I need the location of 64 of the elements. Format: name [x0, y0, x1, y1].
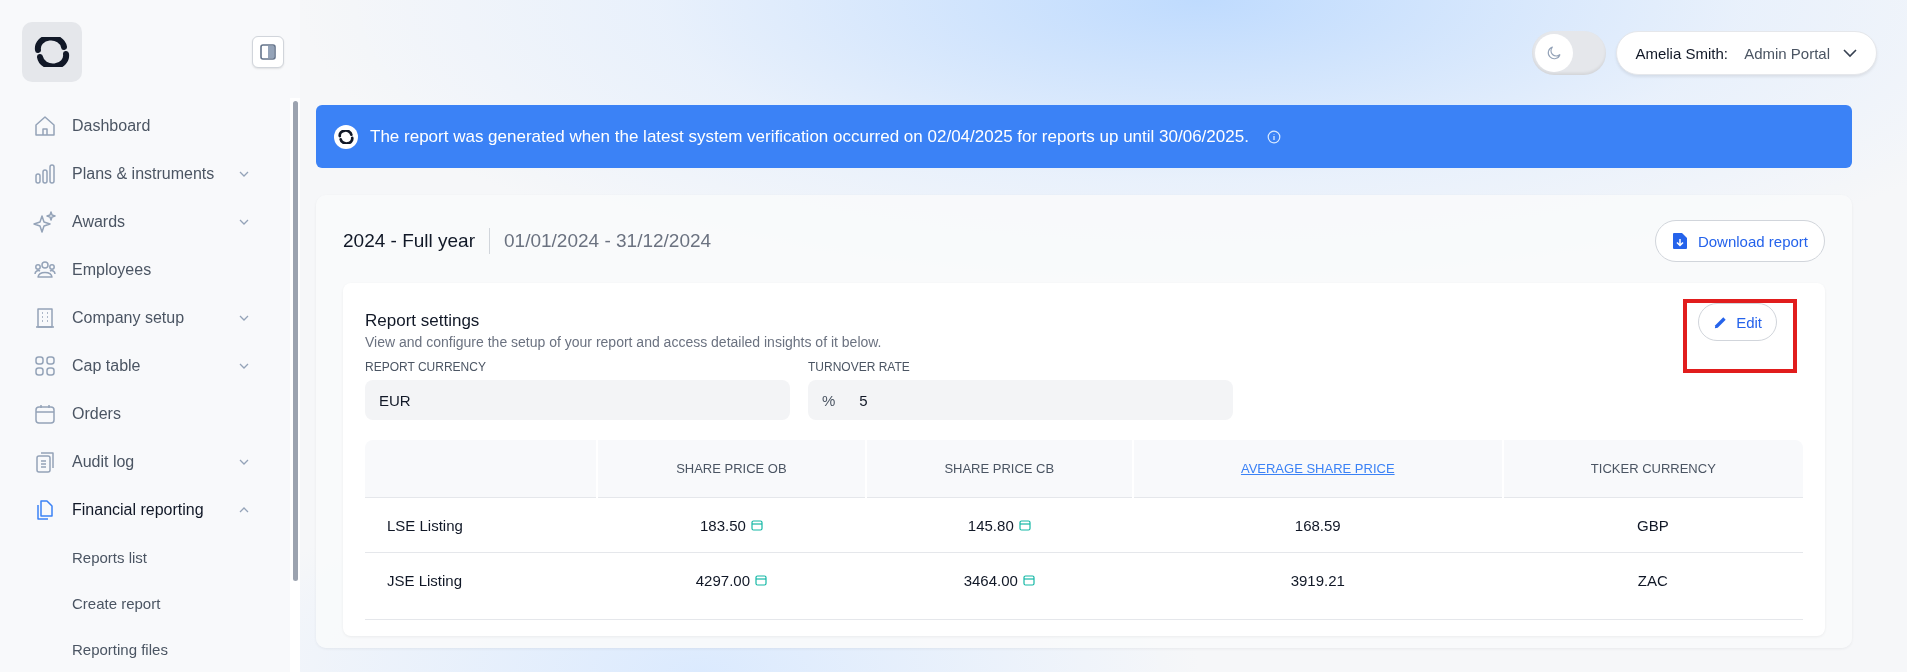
info-icon[interactable]	[1266, 129, 1281, 144]
input-field[interactable]: EUR	[365, 380, 790, 420]
app-logo[interactable]	[22, 22, 82, 82]
table-cell: 168.59	[1294, 516, 1341, 534]
table-cell: 3919.21	[1290, 571, 1345, 589]
chevron-down-icon	[238, 314, 250, 322]
building-icon	[33, 306, 57, 330]
calendar-icon[interactable]	[1022, 574, 1035, 586]
calendar-icon[interactable]	[755, 574, 767, 586]
chevron-up-icon	[238, 506, 250, 514]
chevron-down-icon	[1842, 48, 1858, 58]
settings-description: View and configure the setup of your report and access detailed insights of it below.	[365, 334, 882, 350]
calendar-icon[interactable]	[750, 519, 763, 531]
report-period: 01/01/2024 - 31/12/2024	[504, 230, 713, 252]
edit-button[interactable]: Edit	[1698, 303, 1777, 341]
home-icon	[33, 114, 57, 138]
table-cell: JSE Listing	[387, 571, 463, 589]
nav-item[interactable]: Financial reporting	[33, 486, 290, 534]
table-cell: 145.80	[967, 516, 1014, 534]
chevron-down-icon	[238, 458, 250, 466]
nav-item[interactable]: Orders	[33, 390, 290, 438]
bars-icon	[33, 162, 57, 186]
table-cell: 4297.00	[695, 571, 750, 589]
nav-item[interactable]: Employees	[33, 246, 290, 294]
sidebar-panel-icon	[260, 44, 276, 60]
table-cell: 3464.00	[963, 571, 1018, 589]
nav-subitem[interactable]: Reporting files	[33, 626, 290, 672]
sidebar-toggle-button[interactable]	[252, 36, 284, 68]
field-label: TURNOVER RATE	[808, 360, 911, 374]
logo-icon	[334, 124, 358, 149]
nav-subitem[interactable]: Reports list	[33, 534, 290, 580]
nav-item[interactable]: Cap table	[33, 342, 290, 390]
nav-subitem[interactable]: Create report	[33, 580, 290, 626]
column-header: TICKER CURRENCY	[1590, 461, 1716, 476]
column-header: SHARE PRICE OB	[676, 461, 787, 476]
table-cell: GBP	[1637, 516, 1669, 534]
dark-mode-toggle[interactable]	[1532, 31, 1607, 75]
user-menu-button[interactable]: Amelia Smith: Admin Portal	[1616, 31, 1877, 75]
calendar-icon[interactable]	[1018, 519, 1031, 531]
download-report-button[interactable]: Download report	[1654, 220, 1825, 262]
sparkles-icon	[33, 210, 57, 234]
nav-item[interactable]: Awards	[33, 198, 290, 246]
nav-item[interactable]: Audit log	[33, 438, 290, 486]
input-field[interactable]: % 5	[808, 380, 1233, 420]
table-cell: ZAC	[1637, 571, 1668, 589]
calendar-icon	[33, 402, 57, 426]
table-cell: 183.50	[699, 516, 746, 534]
chevron-down-icon	[238, 170, 250, 178]
file-download-icon	[1671, 232, 1688, 250]
nav-item[interactable]: Company setup	[33, 294, 290, 342]
grid-icon	[33, 354, 57, 378]
settings-title: Report settings	[365, 311, 481, 331]
report-title: 2024 - Full year	[343, 230, 475, 252]
chevron-down-icon	[238, 218, 250, 226]
nav-item[interactable]: Plans & instruments	[33, 150, 290, 198]
field-label: REPORT CURRENCY	[365, 360, 487, 374]
banner-message: The report was generated when the latest system verification occurred on 02/04/2025 for reports up until 30/06/2025.	[370, 126, 1249, 147]
column-header: SHARE PRICE CB	[944, 461, 1055, 476]
chevron-down-icon	[238, 362, 250, 370]
table-cell: LSE Listing	[387, 516, 463, 534]
scrollbar[interactable]	[290, 98, 300, 672]
nav-item[interactable]: Dashboard	[33, 102, 290, 150]
clipboard-icon	[33, 450, 57, 474]
logo-icon	[34, 37, 70, 67]
